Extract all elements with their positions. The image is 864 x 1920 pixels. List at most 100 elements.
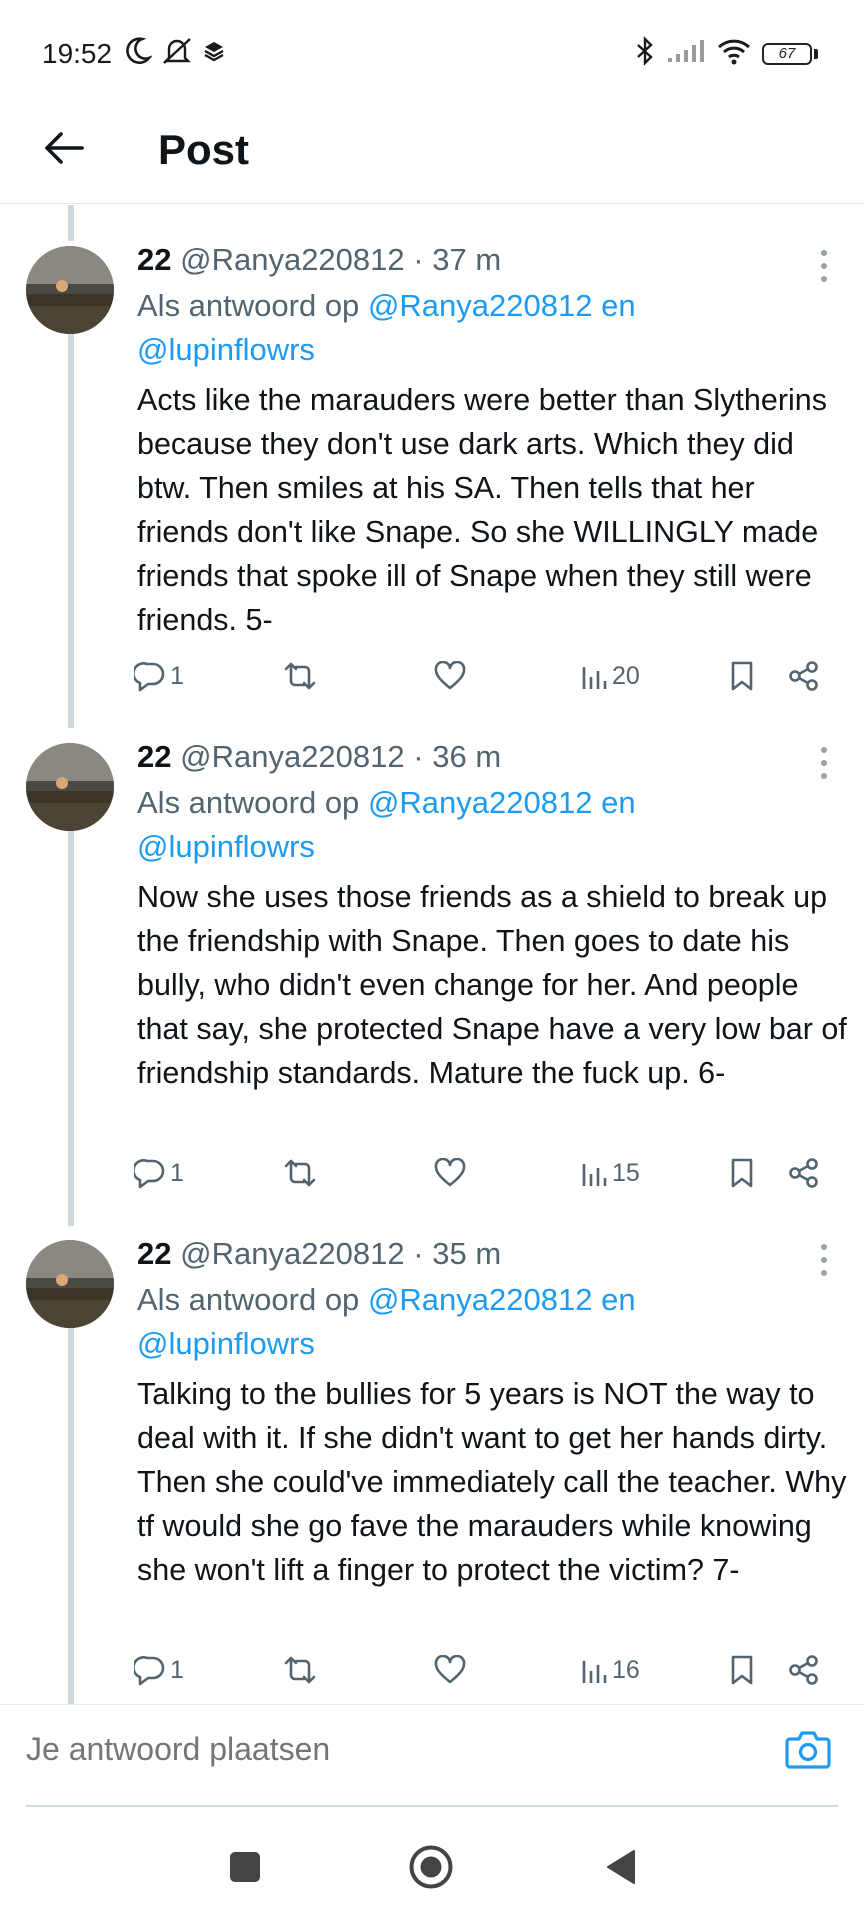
avatar[interactable] [26,246,114,334]
user-handle[interactable]: @Ranya220812 [180,242,405,277]
separator-dot: · [413,1236,424,1271]
views-button[interactable]: 16 [580,1650,640,1690]
share-button[interactable] [788,1650,820,1690]
view-count: 15 [612,1158,640,1187]
reply-icon [134,1654,166,1686]
separator-dot: · [413,739,424,774]
bookmark-icon [728,1157,756,1189]
reply-handle-link[interactable]: @lupinflowrs [137,1326,315,1361]
share-icon [788,1654,820,1686]
moon-icon [124,36,153,71]
share-icon [788,660,820,692]
reply-icon [134,660,166,692]
battery-level: 67 [762,42,812,65]
wifi-icon [716,37,752,70]
timestamp[interactable]: 35 m [432,1236,501,1271]
display-name[interactable]: 22 [137,1236,171,1271]
camera-icon [784,1731,832,1777]
like-button[interactable] [434,1650,466,1690]
system-nav-bar [0,1820,864,1920]
page-title: Post [158,126,250,173]
like-button[interactable] [434,656,466,696]
reply-handles-link[interactable]: @Ranya220812 en [368,785,636,820]
reply-input[interactable] [26,1731,746,1768]
back-button[interactable] [36,122,92,178]
reply-count: 1 [170,1655,184,1684]
tweet-actions: 1 16 [132,1650,832,1690]
views-icon [580,1158,608,1188]
home-button[interactable] [406,1844,456,1894]
tweet[interactable]: 22 @Ranya220812 · 35 m Als antwoord op @… [0,1204,864,1700]
views-button[interactable]: 15 [580,1153,640,1193]
reply-handle-link[interactable]: @lupinflowrs [137,332,315,367]
reply-handles-link[interactable]: @Ranya220812 en [368,1282,636,1317]
back-nav-button[interactable] [596,1844,646,1894]
reply-button[interactable]: 1 [134,656,184,696]
reply-icon [134,1157,166,1189]
reply-button[interactable]: 1 [134,1153,184,1193]
layers-icon [202,39,226,68]
more-options-button[interactable] [812,246,836,286]
reply-handle-link[interactable]: @lupinflowrs [137,829,315,864]
tweet-text: Now she uses those friends as a shield t… [137,880,847,1090]
tweet-text: Talking to the bullies for 5 years is NO… [137,1377,847,1587]
bluetooth-icon [634,36,656,71]
reply-prefix: Als antwoord op [137,785,360,820]
repost-button[interactable] [282,1153,318,1193]
share-icon [788,1157,820,1189]
home-circle-icon [408,1844,454,1895]
repost-button[interactable] [282,1650,318,1690]
reply-prefix: Als antwoord op [137,288,360,323]
reply-composer [0,1704,864,1807]
status-time: 19:52 [42,38,113,69]
display-name[interactable]: 22 [137,739,171,774]
tweet-actions: 1 20 [132,656,832,696]
more-options-button[interactable] [812,1240,836,1280]
camera-button[interactable] [784,1725,832,1773]
bookmark-icon [728,1654,756,1686]
avatar[interactable] [26,1240,114,1328]
repost-button[interactable] [282,656,318,696]
arrow-left-icon [44,131,84,170]
views-button[interactable]: 20 [580,656,640,696]
tweet-text: Acts like the marauders were better than… [137,383,827,637]
view-count: 20 [612,661,640,690]
reply-context: Als antwoord op @Ranya220812 en @lupinfl… [137,781,849,869]
reply-count: 1 [170,1158,184,1187]
timestamp[interactable]: 37 m [432,242,501,277]
recents-square-icon [229,1851,261,1888]
reply-context: Als antwoord op @Ranya220812 en @lupinfl… [137,1278,849,1366]
bookmark-button[interactable] [728,1650,756,1690]
share-button[interactable] [788,656,820,696]
view-count: 16 [612,1655,640,1684]
bookmark-icon [728,660,756,692]
status-bar: 19:52 67 [0,0,864,100]
battery-icon: 67 [762,42,818,65]
user-handle[interactable]: @Ranya220812 [180,1236,405,1271]
reply-handles-link[interactable]: @Ranya220812 en [368,288,636,323]
user-handle[interactable]: @Ranya220812 [180,739,405,774]
more-options-button[interactable] [812,743,836,783]
timestamp[interactable]: 36 m [432,739,501,774]
recents-button[interactable] [220,1844,270,1894]
reply-count: 1 [170,661,184,690]
tweet-header: 22 @Ranya220812 · 35 m [137,1234,849,1274]
tweet[interactable]: 22 @Ranya220812 · 37 m Als antwoord op @… [0,210,864,706]
reply-button[interactable]: 1 [134,1650,184,1690]
share-button[interactable] [788,1153,820,1193]
header: Post [0,100,864,204]
display-name[interactable]: 22 [137,242,171,277]
tweet-header: 22 @Ranya220812 · 37 m [137,240,849,280]
like-button[interactable] [434,1153,466,1193]
tweet[interactable]: 22 @Ranya220812 · 36 m Als antwoord op @… [0,707,864,1203]
bookmark-button[interactable] [728,1153,756,1193]
views-icon [580,1655,608,1685]
repost-icon [282,1655,318,1685]
avatar[interactable] [26,743,114,831]
bookmark-button[interactable] [728,656,756,696]
repost-icon [282,661,318,691]
reply-prefix: Als antwoord op [137,1282,360,1317]
heart-icon [434,1158,466,1188]
reply-context: Als antwoord op @Ranya220812 en @lupinfl… [137,284,849,372]
tweet-header: 22 @Ranya220812 · 36 m [137,737,849,777]
